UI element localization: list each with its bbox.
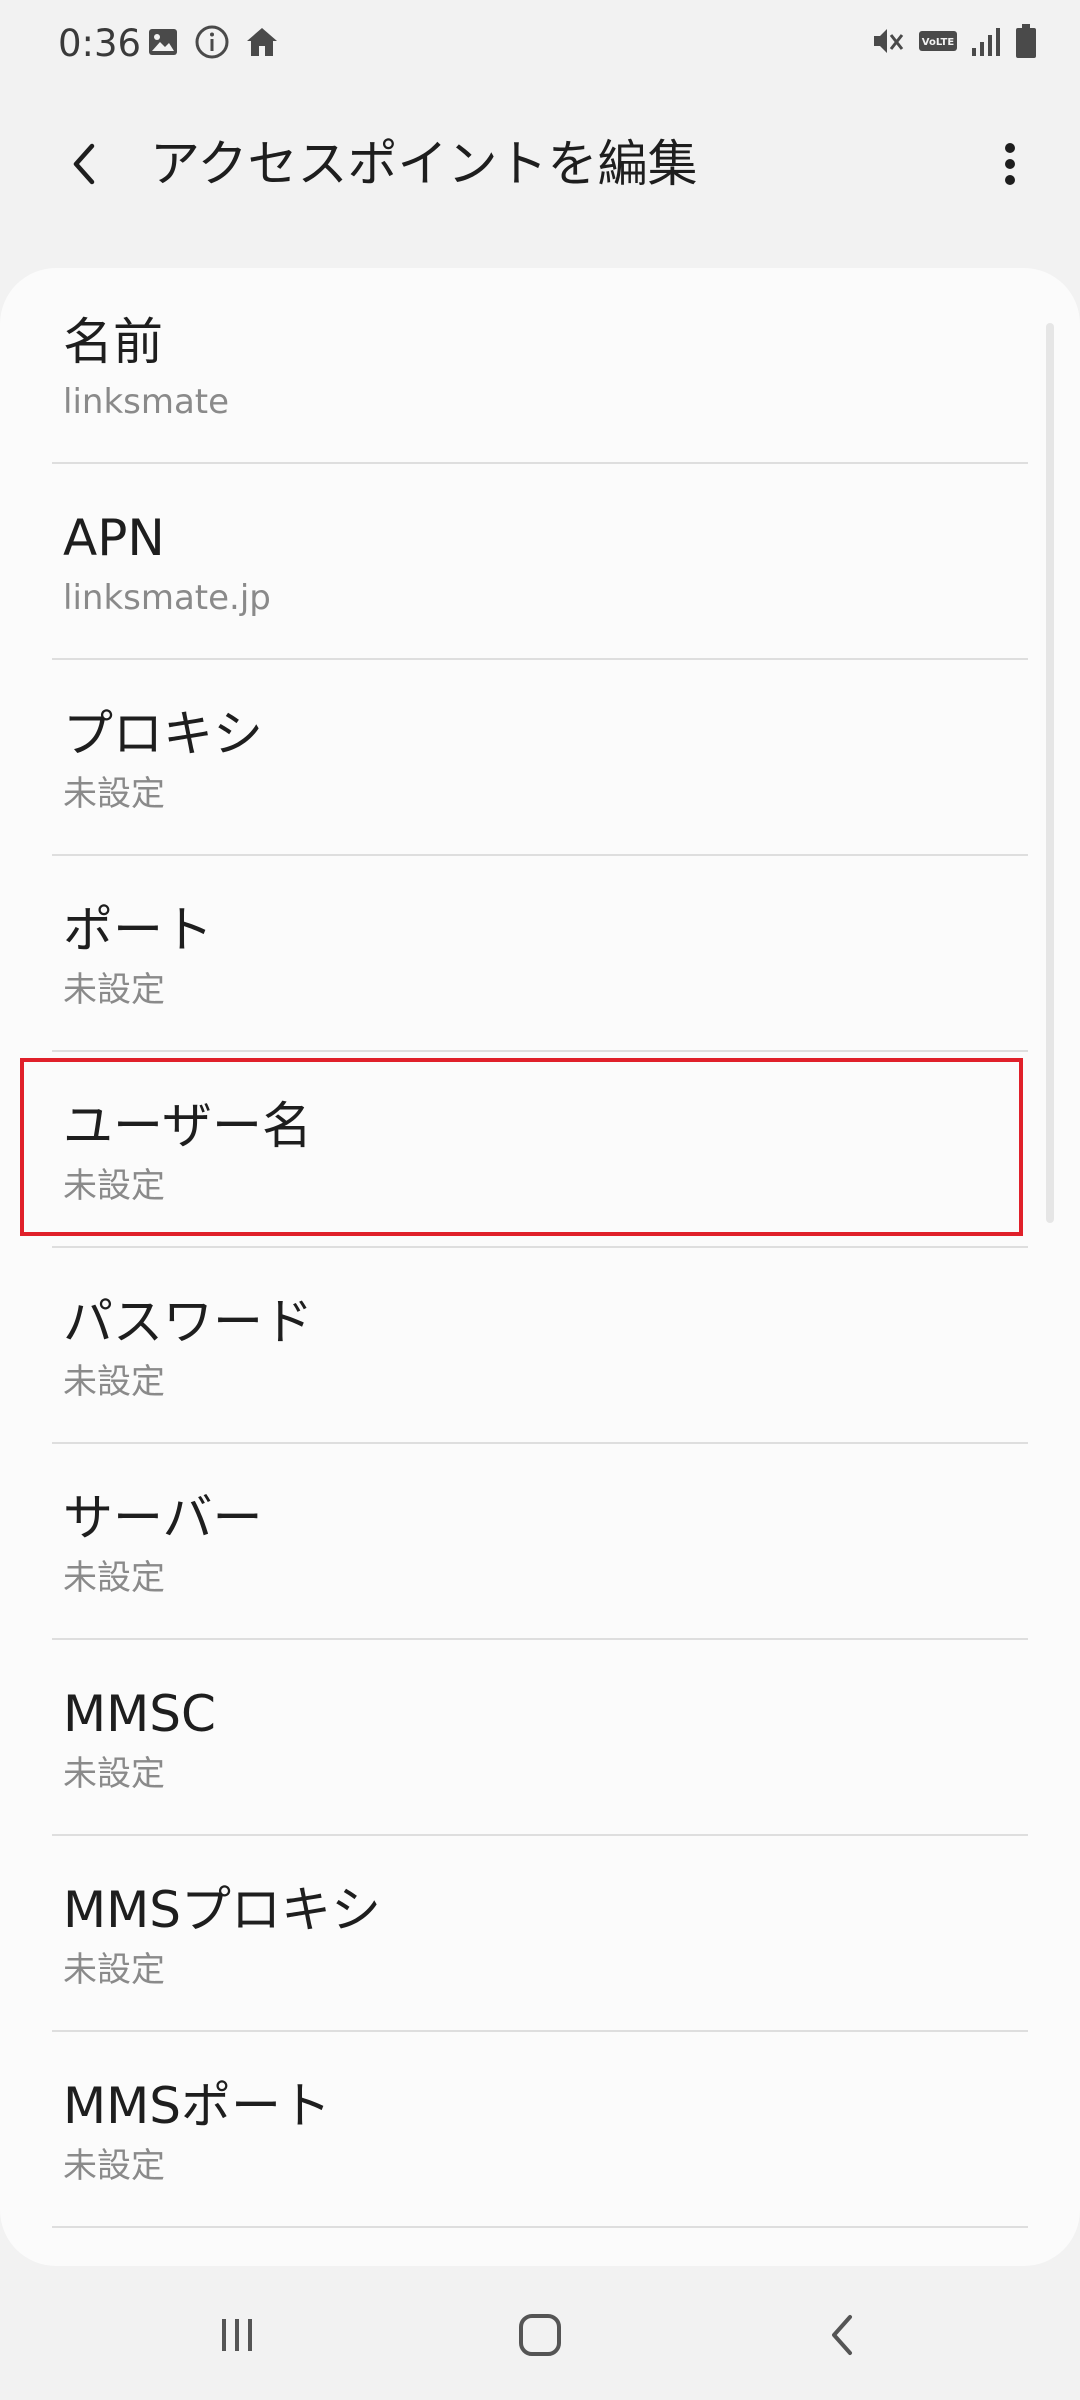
- status-time: 0:36: [58, 22, 142, 65]
- item-title: MMSC: [63, 1685, 216, 1743]
- item-value: linksmate.jp: [63, 578, 271, 618]
- more-options-button[interactable]: [978, 132, 1042, 196]
- list-item-mms-proxy[interactable]: MMSプロキシ 未設定: [0, 1836, 1080, 2032]
- recents-icon: [222, 2319, 252, 2351]
- image-icon: [149, 29, 177, 55]
- item-title: ポート: [63, 901, 213, 959]
- navigation-bar: [0, 2266, 1080, 2400]
- status-left-icons: [146, 24, 280, 60]
- svg-text:VoLTE: VoLTE: [922, 37, 955, 48]
- back-icon: [832, 2315, 852, 2355]
- item-title: MMSプロキシ: [63, 1881, 382, 1939]
- list-item-name[interactable]: 名前 linksmate: [0, 268, 1080, 464]
- item-title: パスワード: [63, 1293, 313, 1351]
- signal-icon: [972, 28, 1000, 56]
- vibrate-mute-icon: [874, 29, 904, 53]
- info-icon: [195, 25, 229, 59]
- home-icon: [247, 28, 277, 56]
- nav-back-button[interactable]: [808, 2300, 878, 2370]
- item-title: APN: [63, 509, 165, 567]
- item-title: 名前: [63, 313, 163, 371]
- list-item-password[interactable]: パスワード 未設定: [0, 1248, 1080, 1444]
- list-item-proxy[interactable]: プロキシ 未設定: [0, 660, 1080, 856]
- divider: [52, 2226, 1028, 2228]
- item-value: 未設定: [63, 774, 165, 814]
- item-value: 未設定: [63, 1950, 165, 1990]
- item-value: 未設定: [63, 1558, 165, 1598]
- chevron-left-icon: [73, 143, 95, 185]
- item-value: 未設定: [63, 1754, 165, 1794]
- home-button-icon: [519, 2314, 561, 2356]
- page-title: アクセスポイントを編集: [150, 135, 698, 193]
- item-value: linksmate: [63, 382, 230, 422]
- back-button[interactable]: [52, 132, 116, 196]
- status-bar: 0:36 VoLTE: [0, 0, 1080, 90]
- item-title: サーバー: [63, 1489, 263, 1547]
- list-item-server[interactable]: サーバー 未設定: [0, 1444, 1080, 1640]
- list-item-mmsc[interactable]: MMSC 未設定: [0, 1640, 1080, 1836]
- app-bar: アクセスポイントを編集: [0, 110, 1080, 220]
- battery-icon: [1016, 24, 1036, 58]
- item-value: 未設定: [63, 2146, 165, 2186]
- list-item-mms-port[interactable]: MMSポート 未設定: [0, 2032, 1080, 2228]
- item-title: MMSポート: [63, 2077, 332, 2135]
- home-button[interactable]: [505, 2300, 575, 2370]
- item-title: プロキシ: [63, 705, 263, 763]
- apn-settings-list: 名前 linksmate APN linksmate.jp プロキシ 未設定 ポ…: [0, 268, 1080, 2266]
- more-vert-icon: [1005, 143, 1015, 185]
- item-value: 未設定: [63, 970, 165, 1010]
- volte-icon: VoLTE: [919, 31, 957, 51]
- status-right-icons: VoLTE: [870, 22, 1038, 60]
- highlight-box: [20, 1058, 1023, 1236]
- item-value: 未設定: [63, 1362, 165, 1402]
- list-item-apn[interactable]: APN linksmate.jp: [0, 464, 1080, 660]
- list-item-port[interactable]: ポート 未設定: [0, 856, 1080, 1052]
- recents-button[interactable]: [202, 2300, 272, 2370]
